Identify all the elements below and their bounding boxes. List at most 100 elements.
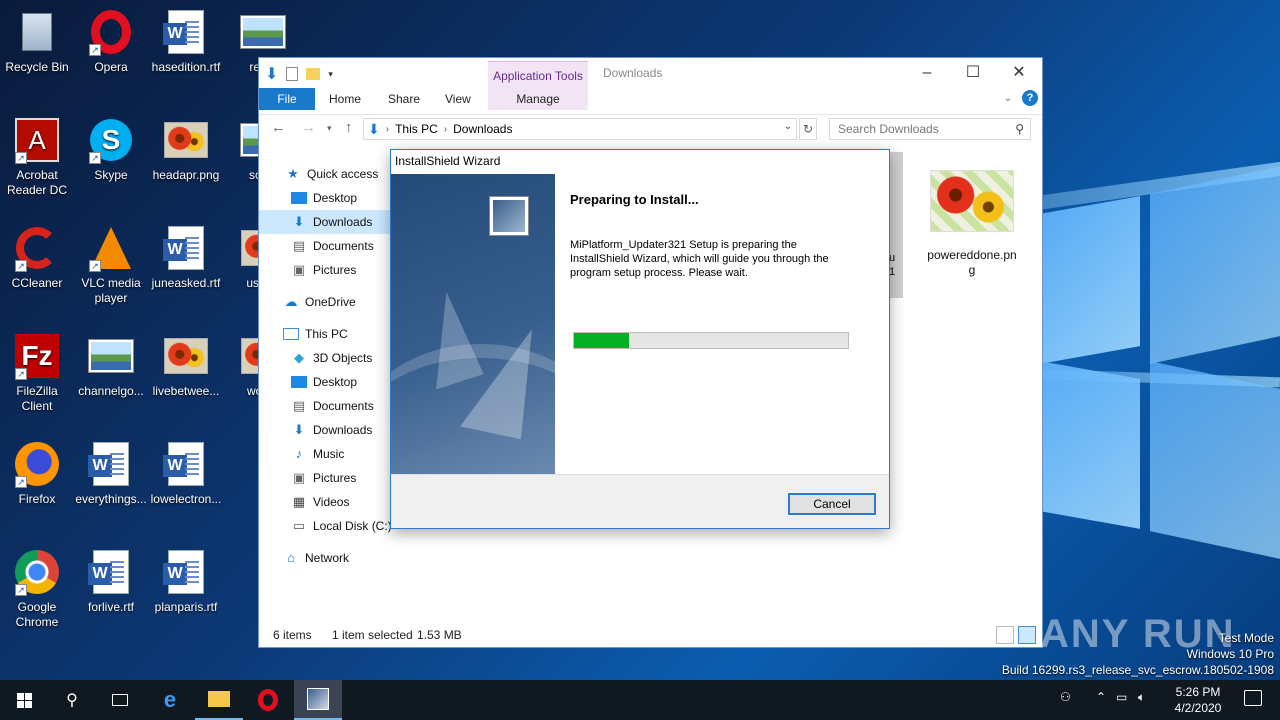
desktop-icon-label: Opera <box>94 60 128 74</box>
search-input[interactable]: Search Downloads ⚲ <box>829 118 1031 140</box>
start-button[interactable] <box>0 680 48 720</box>
image-icon <box>239 8 287 56</box>
word-document-icon <box>162 224 210 272</box>
refresh-button[interactable]: ↻ <box>799 118 817 140</box>
desktop-icon-lowelectron[interactable]: lowelectron... <box>149 440 223 507</box>
desktop-icon-filezilla[interactable]: Fz ↗ FileZilla Client <box>0 332 74 414</box>
nav-label: This PC <box>305 327 348 341</box>
windows-logo-pane <box>1150 361 1280 559</box>
download-arrow-icon[interactable]: ⬇ <box>265 64 278 84</box>
tab-manage[interactable]: Manage <box>488 88 588 110</box>
windows-logo-pane <box>1040 196 1140 364</box>
task-view-button[interactable] <box>96 680 144 720</box>
volume-icon[interactable]: 🔈︎ <box>1138 690 1145 705</box>
desktop-icon-juneasked[interactable]: juneasked.rtf <box>149 224 223 291</box>
chrome-icon: ↗ <box>13 548 61 596</box>
downloads-icon: ⬇ <box>293 422 305 437</box>
search-button[interactable]: ⚲ <box>48 680 96 720</box>
forward-arrow-icon[interactable]: → <box>301 119 316 136</box>
acrobat-icon: A ↗ <box>13 116 61 164</box>
desktop-icon-everythings[interactable]: everythings... <box>74 440 148 507</box>
taskbar-edge[interactable]: e <box>146 680 194 720</box>
desktop-icon-ccleaner[interactable]: ↗ CCleaner <box>0 224 74 291</box>
status-size: 1.53 MB <box>417 628 462 642</box>
notification-icon[interactable] <box>1244 690 1262 706</box>
desktop-icon-label: Firefox <box>18 492 56 506</box>
desktop-icon-chrome[interactable]: ↗ Google Chrome <box>0 548 74 630</box>
breadcrumb-this-pc[interactable]: This PC <box>395 122 438 136</box>
taskbar-installshield[interactable] <box>294 680 342 720</box>
dialog-title: InstallShield Wizard <box>395 154 501 168</box>
nav-network[interactable]: ⌂ Network <box>259 546 417 570</box>
desktop-icon-forlive[interactable]: forlive.rtf <box>74 548 148 615</box>
address-bar[interactable]: ⬇ › This PC › Downloads ⌄ <box>363 118 797 140</box>
wizard-side-banner <box>391 174 555 476</box>
up-arrow-icon[interactable]: ↑ <box>345 119 353 136</box>
window-title: Downloads <box>603 66 663 80</box>
expand-ribbon-icon[interactable]: ⌄ <box>1004 93 1012 104</box>
image-icon <box>87 332 135 380</box>
clock[interactable]: 5:26 PM 4/2/2020 <box>1168 684 1228 716</box>
desktop-icon-label: hasedition.rtf <box>151 60 221 74</box>
desktop-folder-icon <box>291 376 307 388</box>
clock-date: 4/2/2020 <box>1174 701 1222 715</box>
desktop-icon-vlc[interactable]: ↗ VLC media player <box>74 224 148 306</box>
help-icon[interactable]: ? <box>1022 90 1038 106</box>
tab-view[interactable]: View <box>445 88 471 110</box>
dialog-footer: Cancel <box>391 474 889 528</box>
tab-home[interactable]: Home <box>329 88 361 110</box>
desktop-icon-livebetwee[interactable]: livebetwee... <box>149 332 223 399</box>
desktop-icon-planparis[interactable]: planparis.rtf <box>149 548 223 615</box>
application-tools-label: Application Tools <box>493 69 583 83</box>
image-icon <box>162 116 210 164</box>
windows-build-watermark: Test Mode Windows 10 Pro Build 16299.rs3… <box>1002 630 1274 678</box>
chevron-down-icon[interactable]: ▾ <box>328 69 333 80</box>
status-bar: 6 items 1 item selected 1.53 MB <box>259 625 1042 647</box>
recent-locations-icon[interactable]: ▾ <box>327 123 332 134</box>
desktop-icon-label: livebetwee... <box>152 384 220 398</box>
breadcrumb-chevron-icon: › <box>443 123 448 135</box>
desktop-icon-skype[interactable]: S ↗ Skype <box>74 116 148 183</box>
taskbar-opera[interactable] <box>244 680 292 720</box>
new-folder-icon[interactable] <box>306 68 321 80</box>
skype-icon: S ↗ <box>87 116 135 164</box>
desktop-icon-channelgo[interactable]: channelgo... <box>74 332 148 399</box>
address-dropdown-icon[interactable]: ⌄ <box>784 121 792 132</box>
ribbon-tabs: File Home Share View Manage ⌄ ? <box>259 88 1042 110</box>
word-document-icon <box>162 548 210 596</box>
filezilla-icon: Fz ↗ <box>13 332 61 380</box>
downloads-folder-icon: ⬇ <box>368 120 380 137</box>
desktop-icon-label: VLC media player <box>81 276 141 305</box>
breadcrumb-downloads[interactable]: Downloads <box>453 122 512 136</box>
network-status-icon[interactable]: ▭ <box>1116 690 1127 704</box>
people-icon[interactable]: ⚇ <box>1060 690 1071 704</box>
installshield-dialog[interactable]: InstallShield Wizard Preparing to Instal… <box>390 149 890 529</box>
file-item-powereddone[interactable]: powereddone.png <box>927 170 1017 278</box>
ccleaner-icon: ↗ <box>13 224 61 272</box>
desktop-icon-hasedition[interactable]: hasedition.rtf <box>149 8 223 75</box>
image-thumbnail <box>930 170 1014 232</box>
minimize-button[interactable]: – <box>904 62 950 84</box>
maximize-button[interactable]: ☐ <box>950 62 996 84</box>
chevron-up-icon[interactable]: ⌃ <box>1096 690 1106 704</box>
word-document-icon <box>162 8 210 56</box>
nav-label: Videos <box>313 495 350 509</box>
cancel-button[interactable]: Cancel <box>788 493 876 515</box>
desktop-icon-opera[interactable]: ↗ Opera <box>74 8 148 75</box>
taskbar-file-explorer[interactable] <box>195 680 243 720</box>
properties-icon[interactable] <box>286 67 299 81</box>
installshield-logo-icon <box>489 196 529 236</box>
tab-file[interactable]: File <box>259 88 315 110</box>
word-document-icon <box>87 440 135 488</box>
desktop-icon-recycle-bin[interactable]: Recycle Bin <box>0 8 74 75</box>
explorer-titlebar[interactable]: ⬇ ▾ Application Tools Downloads – ☐ ✕ <box>259 58 1042 105</box>
back-arrow-icon[interactable]: ← <box>271 119 286 136</box>
address-row: ← → ▾ ↑ ⬇ › This PC › Downloads ⌄ ↻ Sear… <box>259 114 1042 142</box>
nav-label: Network <box>305 551 350 565</box>
desktop-icon-firefox[interactable]: ↗ Firefox <box>0 440 74 507</box>
desktop-icon-label: Skype <box>94 168 128 182</box>
desktop-icon-headapr[interactable]: headapr.png <box>149 116 223 183</box>
close-button[interactable]: ✕ <box>996 62 1042 84</box>
desktop-icon-acrobat[interactable]: A ↗ Acrobat Reader DC <box>0 116 74 198</box>
tab-share[interactable]: Share <box>388 88 420 110</box>
